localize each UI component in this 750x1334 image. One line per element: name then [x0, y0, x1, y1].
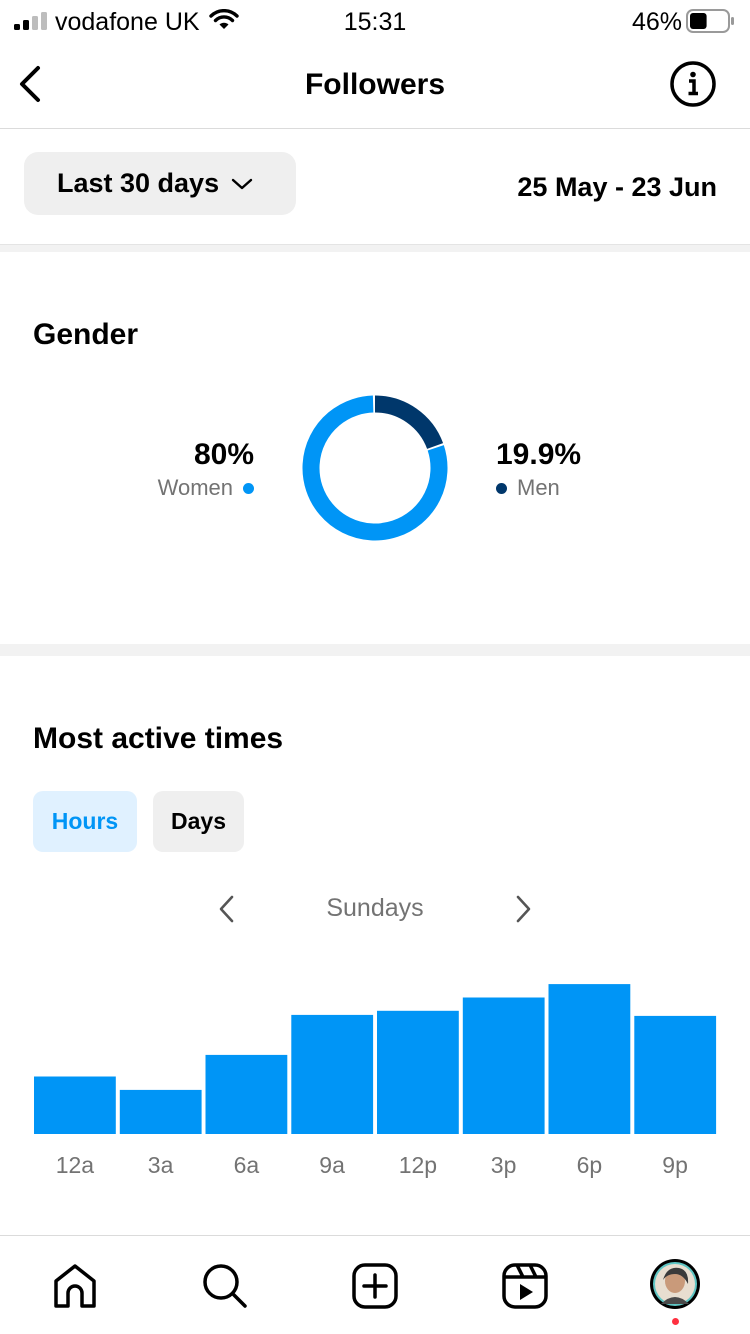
date-range-label: Last 30 days	[57, 168, 220, 198]
home-icon[interactable]	[50, 1261, 100, 1311]
women-donut-segment	[302, 395, 448, 541]
women-label: Women	[157, 475, 233, 500]
selected-day-label: Sundays	[326, 894, 424, 922]
section-divider	[0, 244, 750, 252]
bar-12a	[34, 1076, 116, 1134]
chevron-down-icon	[231, 178, 253, 189]
women-stat: 80% Women	[158, 437, 254, 503]
x-tick-label: 3a	[148, 1152, 174, 1178]
men-percentage: 19.9%	[496, 438, 582, 471]
women-legend-dot	[243, 482, 254, 494]
men-legend-dot	[496, 482, 507, 494]
active-times-title: Most active times	[33, 722, 284, 755]
bar-3p	[462, 997, 545, 1134]
x-tick-label: 9a	[319, 1152, 345, 1178]
women-percentage: 80%	[193, 438, 254, 471]
next-day-chevron-icon[interactable]	[511, 893, 535, 925]
bar-9p	[634, 1015, 717, 1134]
x-tick-label: 6p	[577, 1152, 603, 1178]
x-tick-label: 6a	[234, 1152, 260, 1178]
reels-icon[interactable]	[500, 1261, 550, 1311]
x-tick-label: 3p	[491, 1152, 517, 1178]
nav-bar: Followers	[0, 44, 750, 129]
bar-9a	[291, 1014, 374, 1134]
active-hours-bar-chart: 12a 3a 6a 9a 12p 3p 6p 9p	[34, 984, 717, 1178]
tab-days[interactable]: Days	[153, 791, 244, 852]
section-divider	[0, 644, 750, 656]
search-icon[interactable]	[200, 1261, 250, 1311]
x-tick-label: 12p	[399, 1152, 437, 1178]
men-label: Men	[517, 475, 560, 500]
x-tick-label: 12a	[56, 1152, 95, 1178]
bottom-tab-bar	[0, 1235, 750, 1334]
info-icon[interactable]	[669, 60, 717, 108]
gender-donut-chart	[302, 395, 448, 541]
profile-notification-dot	[672, 1318, 679, 1325]
date-range-dropdown[interactable]: Last 30 days	[24, 152, 296, 215]
x-tick-label: 9p	[662, 1152, 688, 1178]
bar-6a	[205, 1054, 288, 1134]
status-bar: vodafone UK 15:31 46%	[0, 0, 750, 44]
tab-hours[interactable]: Hours	[33, 791, 137, 852]
profile-avatar[interactable]	[649, 1258, 701, 1310]
battery-icon	[686, 9, 734, 33]
date-range-text: 25 May - 23 Jun	[517, 172, 717, 202]
bar-12p	[377, 1010, 459, 1134]
gender-section-title: Gender	[33, 318, 139, 351]
bar-3a	[119, 1089, 202, 1134]
battery-percentage: 46%	[631, 8, 682, 36]
bar-6p	[548, 984, 631, 1134]
men-stat: 19.9% Men	[496, 437, 581, 503]
create-post-icon[interactable]	[350, 1261, 400, 1311]
page-title: Followers	[304, 68, 446, 101]
